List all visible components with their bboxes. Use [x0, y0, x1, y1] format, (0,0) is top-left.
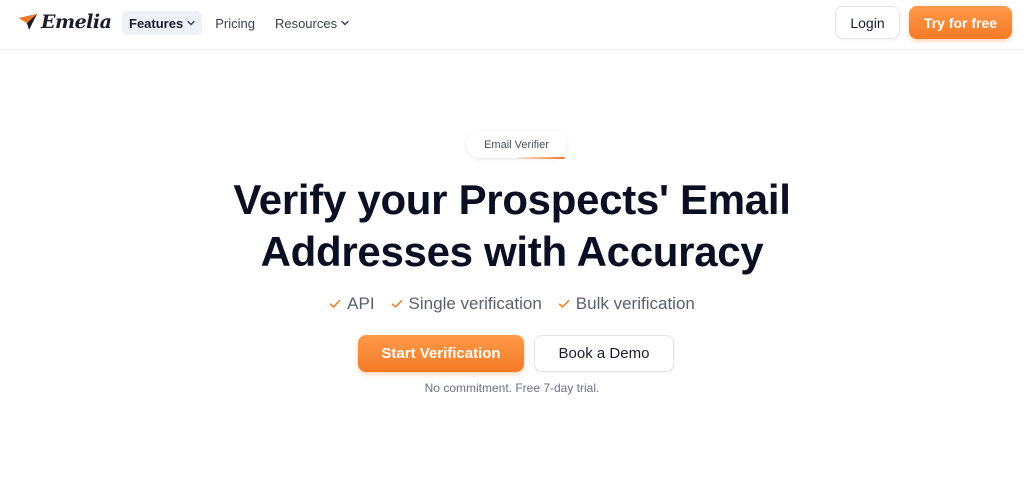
nav-item-label: Pricing [215, 15, 255, 31]
login-button[interactable]: Login [835, 6, 900, 39]
hero-title-line-2: Addresses with Accuracy [260, 228, 764, 275]
hero-title: Verify your Prospects' Email Addresses w… [0, 174, 1024, 278]
feature-label: Single verification [408, 294, 542, 313]
chevron-down-icon [341, 20, 349, 26]
paper-plane-icon [19, 14, 37, 30]
nav-item-label: Features [129, 15, 184, 31]
nav-item-features[interactable]: Features [122, 11, 203, 35]
section-badge: Email Verifier [466, 131, 567, 158]
brand-name: Emelia [41, 11, 112, 33]
feature-item-bulk-verification: Bulk verification [558, 294, 695, 314]
nav-item-resources[interactable]: Resources [268, 11, 356, 35]
try-for-free-button[interactable]: Try for free [909, 6, 1012, 39]
nav-item-pricing[interactable]: Pricing [208, 11, 262, 35]
feature-list: API Single verification Bulk verificatio… [0, 294, 1024, 314]
feature-label: API [347, 294, 375, 313]
nav-item-label: Resources [274, 15, 338, 31]
trial-note: No commitment. Free 7-day trial. [424, 381, 600, 395]
feature-item-single-verification: Single verification [391, 294, 542, 314]
check-icon [329, 300, 341, 308]
book-a-demo-button[interactable]: Book a Demo [534, 335, 674, 372]
hero-title-line-1: Verify your Prospects' Email [233, 176, 791, 223]
feature-item-api: API [329, 294, 375, 314]
start-verification-button[interactable]: Start Verification [358, 335, 524, 372]
main-nav: Features Pricing Resources [122, 11, 356, 35]
site-header: Emelia Features Pricing Resources Login … [0, 0, 1024, 50]
brand-logo[interactable]: Emelia [18, 8, 112, 36]
check-icon [391, 300, 402, 308]
chevron-down-icon [187, 20, 195, 26]
feature-label: Bulk verification [575, 294, 695, 313]
badge-accent-line [517, 157, 565, 159]
check-icon [558, 300, 570, 308]
